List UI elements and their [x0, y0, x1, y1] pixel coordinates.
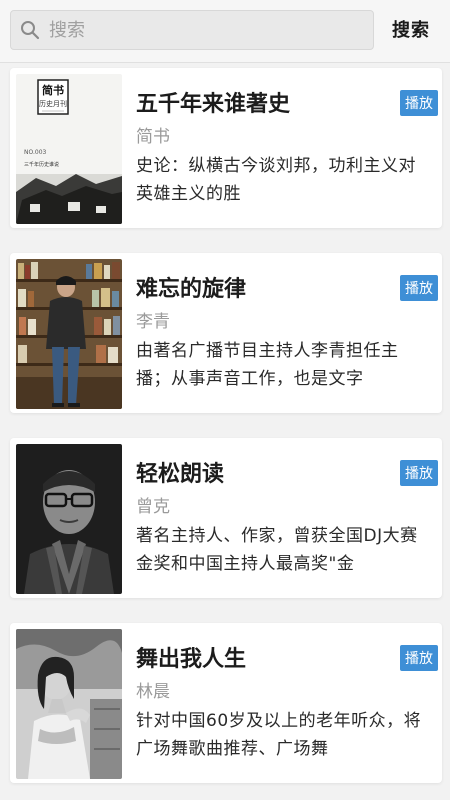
item-author: 李青: [136, 312, 170, 332]
item-author: 简书: [136, 127, 170, 147]
play-button[interactable]: 播放: [400, 645, 438, 671]
cover-image: [16, 444, 122, 594]
item-title[interactable]: 五千年来谁著史: [136, 86, 290, 118]
cover-image: [16, 629, 122, 779]
play-button[interactable]: 播放: [400, 275, 438, 301]
search-icon: [19, 19, 41, 41]
play-button[interactable]: 播放: [400, 460, 438, 486]
list-item[interactable]: 轻松朗读 曾克 著名主持人、作家，曾获全国DJ大赛金奖和中国主持人最高奖"金 播…: [10, 438, 442, 598]
item-title[interactable]: 难忘的旋律: [136, 271, 246, 303]
list-item[interactable]: 舞出我人生 林晨 针对中国60岁及以上的老年听众，将广场舞歌曲推荐、广场舞 播放: [10, 623, 442, 783]
top-bar: 搜索: [0, 0, 450, 63]
search-box[interactable]: [10, 10, 374, 50]
item-author: 林晨: [136, 682, 170, 702]
item-title[interactable]: 舞出我人生: [136, 641, 246, 673]
item-author: 曾克: [136, 497, 170, 517]
item-description: 史论：纵横古今谈刘邦，功利主义对英雄主义的胜: [136, 156, 416, 204]
cover-subtitle-text: 历史月刊: [39, 99, 67, 108]
play-button[interactable]: 播放: [400, 90, 438, 116]
list-item[interactable]: 难忘的旋律 李青 由著名广播节目主持人李青担任主播；从事声音工作，也是文字 播放: [10, 253, 442, 413]
search-button[interactable]: 搜索: [392, 16, 430, 42]
cover-issue-text: NO.003: [24, 149, 47, 156]
search-input[interactable]: [47, 14, 351, 46]
item-title[interactable]: 轻松朗读: [136, 456, 224, 488]
item-description: 针对中国60岁及以上的老年听众，将广场舞歌曲推荐、广场舞: [136, 711, 422, 759]
item-description: 由著名广播节目主持人李青担任主播；从事声音工作，也是文字: [136, 341, 399, 389]
cover-image: [16, 259, 122, 409]
cover-title-text: 简书: [42, 83, 64, 97]
cover-image: 简书 历史月刊 NO.003 三千年历史谁说: [16, 74, 122, 224]
item-description: 著名主持人、作家，曾获全国DJ大赛金奖和中国主持人最高奖"金: [136, 526, 418, 574]
cover-caption-text: 三千年历史谁说: [24, 161, 59, 168]
list-item[interactable]: 简书 历史月刊 NO.003 三千年历史谁说 五千年来谁著史 简书 史论：纵横古…: [10, 68, 442, 228]
